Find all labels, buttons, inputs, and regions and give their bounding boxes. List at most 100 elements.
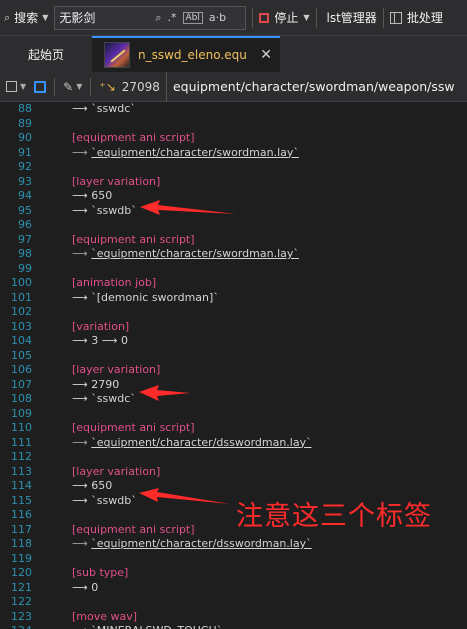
value-text: ⟶ — [72, 247, 92, 260]
code-line: 93 [layer variation] — [0, 175, 467, 190]
value-text: ⟶ — [72, 537, 92, 550]
chevron-down-icon: ▼ — [76, 82, 83, 91]
code-line: 121 ⟶ 0 — [0, 581, 467, 596]
line-text: ⟶ 650 — [72, 479, 112, 494]
chevron-down-icon: ▼ — [42, 13, 49, 22]
line-text: ⟶ `sswdc` — [72, 102, 136, 117]
value-text: ⟶ 650 — [72, 479, 113, 492]
search-input-box[interactable]: ⌕ .* Abl a·b — [54, 5, 247, 30]
value-text: ⟶ `[demonic swordman]` — [72, 290, 219, 304]
section-tag: [variation] — [72, 319, 130, 333]
line-number: 117 — [11, 522, 32, 536]
code-line: 95 ⟶ `sswdb` — [0, 204, 467, 219]
line-number: 121 — [11, 580, 32, 594]
value-text: ⟶ `sswdb` — [72, 203, 137, 217]
line-text: ⟶ 650 — [72, 189, 112, 204]
match-case-icon[interactable]: Abl — [182, 11, 203, 24]
batch-button[interactable]: 批处理 — [389, 9, 443, 26]
tab-active-file[interactable]: n_sswd_eleno.equ ✕ — [92, 36, 280, 72]
find-icon[interactable]: ⌕ — [155, 11, 161, 25]
value-text: ⟶ `MINERALSWD_TOUCH` — [72, 624, 222, 629]
stop-icon — [259, 12, 270, 23]
code-line: 119 — [0, 552, 467, 567]
line-text: ⟶ `MINERALSWD_TOUCH` — [72, 624, 222, 629]
line-number: 95 — [18, 203, 32, 217]
code-line: 101 ⟶ `[demonic swordman]` — [0, 291, 467, 306]
line-text: ⟶ `equipment/character/swordman.lay` — [72, 247, 299, 262]
value-text: ⟶ 0 — [72, 580, 99, 594]
brush-icon: ✎ — [63, 79, 74, 94]
tools-menu[interactable]: ✎ ▼ — [63, 80, 82, 94]
line-number: 124 — [0, 624, 32, 629]
line-text: [move wav] — [72, 610, 137, 625]
file-link[interactable]: `equipment/character/dsswordman.lay` — [91, 436, 311, 449]
section-tag: [sub type] — [72, 566, 129, 579]
code-line: 120 [sub type] — [0, 566, 467, 581]
line-number: 106 — [11, 363, 32, 376]
file-link[interactable]: `equipment/character/swordman.lay` — [91, 247, 299, 260]
code-line: 88 ⟶ `sswdc` — [0, 102, 467, 117]
code-line: 113 [layer variation] — [0, 465, 467, 480]
line-number: 100 — [11, 276, 32, 289]
line-text: ⟶ `equipment/character/swordman.lay` — [72, 146, 299, 161]
section-tag: [equipment ani script] — [72, 232, 195, 246]
code-line: 106 [layer variation] — [0, 363, 467, 378]
line-number: 113 — [11, 464, 32, 478]
value-text: ⟶ `sswdc` — [72, 102, 136, 115]
search-input[interactable] — [59, 10, 150, 25]
code-line: 104 ⟶ 3 ⟶ 0 — [0, 334, 467, 349]
code-line: 90 [equipment ani script] — [0, 131, 467, 146]
line-text: ⟶ 0 — [72, 581, 98, 596]
document-menu[interactable]: ▼ — [6, 81, 26, 92]
line-text: [layer variation] — [72, 465, 160, 480]
line-number: 98 — [18, 247, 32, 260]
search-dropdown[interactable]: ⌕ 搜索 ▼ — [0, 9, 54, 26]
code-line: 100 [animation job] — [0, 276, 467, 291]
line-number: 119 — [11, 551, 32, 565]
regex-icon[interactable]: .* — [168, 11, 177, 24]
tab-file-name: n_sswd_eleno.equ — [138, 48, 247, 62]
line-number: 91 — [18, 145, 32, 159]
file-link[interactable]: `equipment/character/dsswordman.lay` — [91, 537, 311, 550]
code-line: 103 [variation] — [0, 320, 467, 335]
line-number: 104 — [11, 334, 32, 347]
section-tag: [layer variation] — [72, 363, 161, 376]
code-line: 97 [equipment ani script] — [0, 233, 467, 248]
close-icon[interactable]: ✕ — [260, 47, 272, 63]
line-text: [sub type] — [72, 566, 128, 581]
transform-icon[interactable]: ⁺↘ — [99, 80, 115, 94]
subbar-divider — [54, 77, 56, 96]
line-text: [equipment ani script] — [72, 421, 195, 436]
code-line: 96 — [0, 218, 467, 233]
value-text: ⟶ 2790 — [72, 377, 120, 391]
line-number: 114 — [11, 479, 32, 492]
line-number: 92 — [18, 160, 32, 173]
annotation-text: 注意这三个标签 — [236, 501, 432, 532]
value-text: ⟶ `sswdb` — [72, 493, 137, 507]
stop-button[interactable]: 停止 ▼ — [259, 9, 310, 26]
line-number: 123 — [11, 609, 32, 623]
code-editor[interactable]: 88 ⟶ `sswdc` 89 90 [equipment ani script] 91 ⟶… — [0, 102, 467, 629]
save-button[interactable] — [34, 80, 47, 93]
top-toolbar: ⌕ 搜索 ▼ ⌕ .* Abl a·b 停止 ▼ lst管理器 批处理 — [0, 0, 467, 36]
lst-manager-button[interactable]: lst管理器 — [327, 9, 377, 26]
line-text: [equipment ani script] — [72, 233, 195, 248]
tab-start-page[interactable]: 起始页 — [0, 36, 92, 72]
line-number: 116 — [11, 508, 32, 521]
line-number: 101 — [11, 290, 32, 304]
line-number: 90 — [18, 131, 32, 144]
line-number: 94 — [18, 189, 32, 202]
section-tag: [equipment ani script] — [72, 421, 195, 434]
line-number: 120 — [11, 566, 32, 579]
line-number: 108 — [11, 392, 32, 405]
line-number: 105 — [11, 348, 32, 362]
weapon-thumbnail-icon — [104, 42, 130, 68]
section-tag: [layer variation] — [72, 464, 161, 478]
code-line: 102 — [0, 305, 467, 320]
batch-icon — [389, 11, 402, 24]
file-link[interactable]: `equipment/character/swordman.lay` — [91, 146, 299, 159]
line-text: ⟶ `equipment/character/dsswordman.lay` — [72, 537, 312, 552]
line-number: 99 — [18, 261, 32, 275]
line-number: 88 — [18, 102, 32, 115]
whole-word-icon[interactable]: a·b — [209, 11, 226, 24]
